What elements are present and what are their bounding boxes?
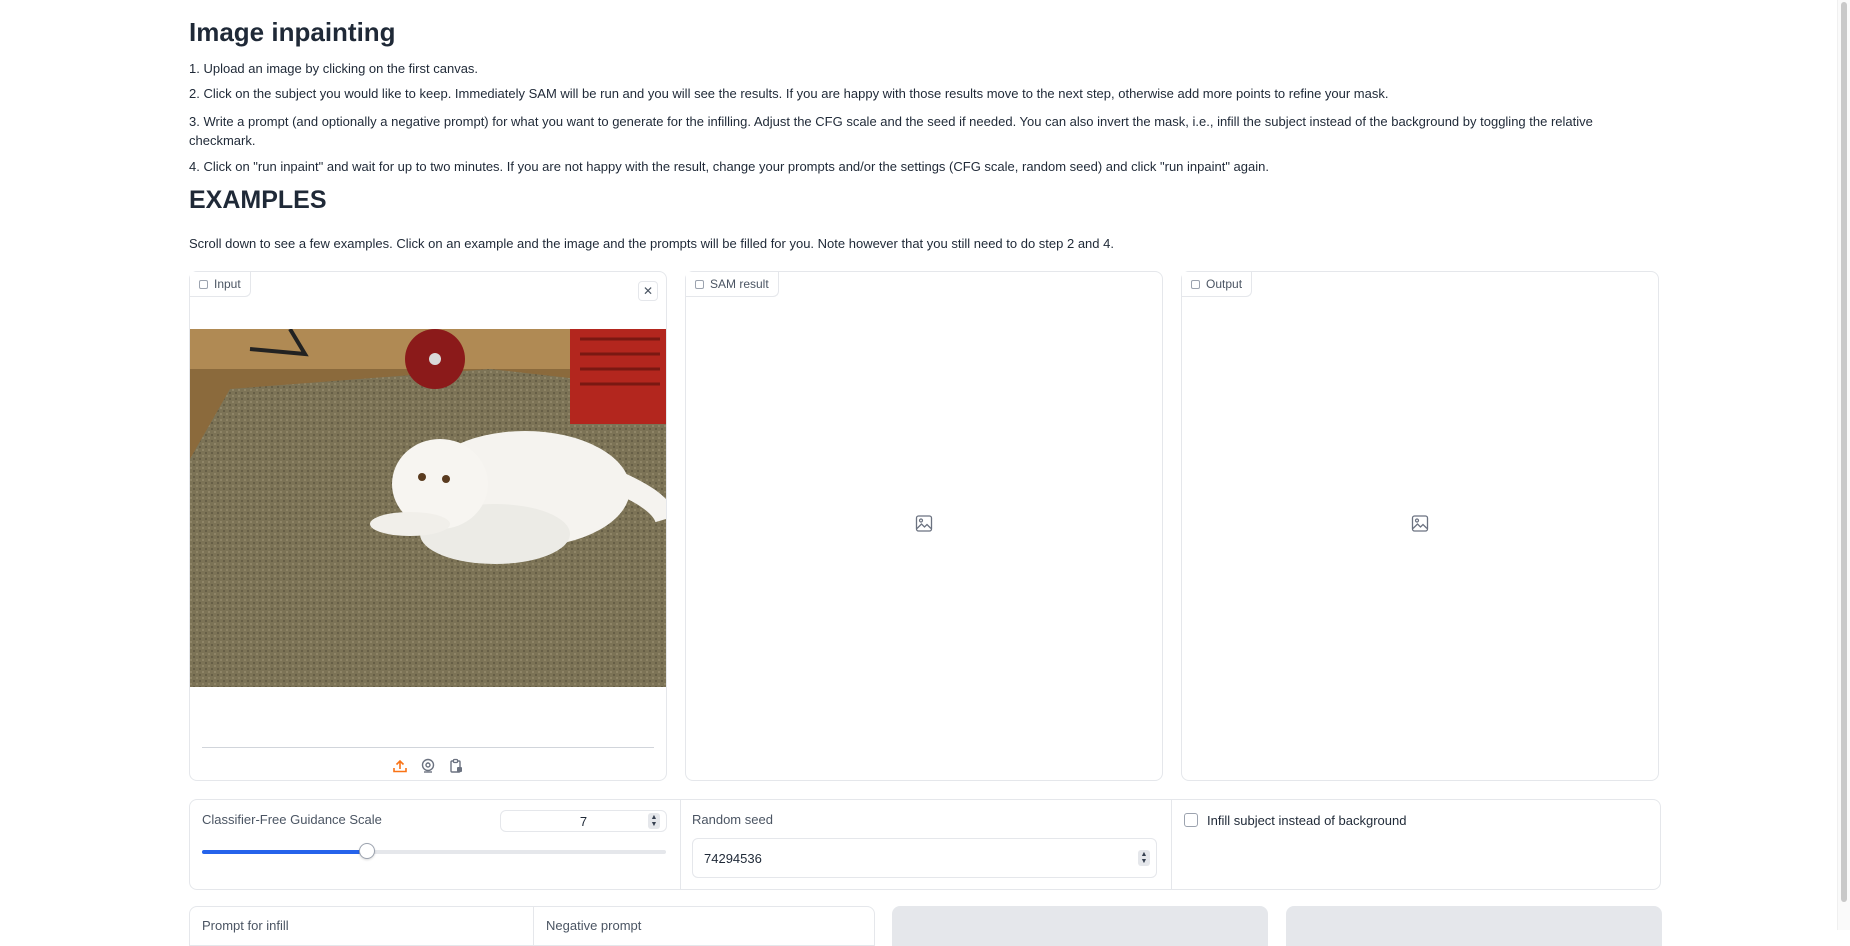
settings-row: Classifier-Free Guidance Scale 7 ▲ ▼ Rand… (189, 799, 1661, 890)
cfg-number-input[interactable]: 7 ▲ ▼ (500, 810, 667, 832)
image-icon (1411, 515, 1429, 538)
step-3: 3. Write a prompt (and optionally a nega… (189, 114, 1593, 148)
prompt-group: Prompt for infill Negative prompt (189, 906, 875, 946)
cfg-slider-fill (202, 850, 367, 854)
sam-result-panel: SAM result (685, 271, 1163, 781)
seed-label: Random seed (692, 812, 773, 827)
cfg-slider[interactable] (202, 843, 666, 859)
source-toolbar (190, 758, 666, 774)
infill-checkbox[interactable] (1184, 813, 1198, 827)
input-photo[interactable] (190, 329, 666, 687)
infill-label: Infill subject instead of background (1207, 813, 1407, 828)
stepper-icon[interactable]: ▲ ▼ (1138, 850, 1150, 866)
toolbar-divider (202, 747, 654, 748)
sam-result-label: SAM result (686, 272, 779, 297)
seed-value: 74294536 (704, 850, 762, 866)
image-icon (915, 515, 933, 538)
close-icon[interactable]: ✕ (638, 281, 658, 301)
step-1: 1. Upload an image by clicking on the fi… (189, 61, 479, 76)
page-title: Image inpainting (189, 17, 396, 47)
step-2: 2. Click on the subject you would like t… (189, 86, 1389, 101)
cfg-value: 7 (579, 813, 588, 829)
seed-input[interactable]: 74294536 ▲ ▼ (692, 838, 1157, 878)
scrollbar-thumb[interactable] (1841, 2, 1847, 902)
page-scrollbar[interactable] (1837, 0, 1850, 930)
output-label: Output (1182, 272, 1253, 297)
image-icon (1191, 279, 1200, 289)
examples-heading: EXAMPLES (189, 186, 327, 214)
prompt-label: Prompt for infill (202, 918, 289, 933)
input-label: Input (190, 272, 251, 297)
output-panel: Output (1181, 271, 1659, 781)
cfg-label: Classifier-Free Guidance Scale (202, 812, 382, 827)
cfg-control: Classifier-Free Guidance Scale 7 ▲ ▼ (190, 800, 680, 889)
examples-note: Scroll down to see a few examples. Click… (189, 236, 1114, 251)
infill-toggle[interactable]: Infill subject instead of background (1172, 800, 1660, 889)
prompt-row: Prompt for infill Negative prompt (189, 906, 1662, 946)
webcam-icon[interactable] (420, 758, 436, 774)
negative-prompt-label: Negative prompt (546, 918, 642, 933)
step-4: 4. Click on "run inpaint" and wait for u… (189, 159, 1269, 174)
clipboard-icon[interactable] (448, 758, 464, 774)
action-button-1[interactable] (892, 906, 1268, 946)
stepper-icon[interactable]: ▲ ▼ (648, 813, 660, 829)
image-icon (199, 279, 208, 289)
action-button-2[interactable] (1286, 906, 1662, 946)
seed-control: Random seed 74294536 ▲ ▼ (681, 800, 1171, 889)
image-icon (695, 279, 704, 289)
cfg-slider-thumb[interactable] (358, 843, 375, 859)
upload-icon[interactable] (392, 758, 408, 774)
input-image-panel[interactable]: Input ✕ (189, 271, 667, 781)
divider (533, 907, 534, 945)
